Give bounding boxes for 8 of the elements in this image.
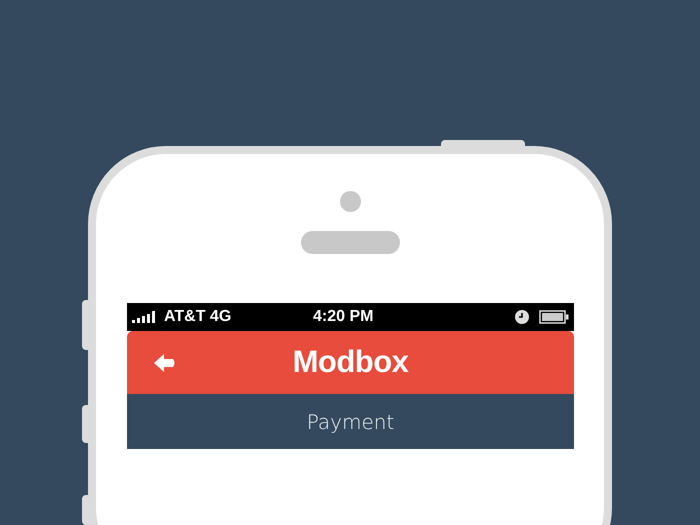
battery-icon	[539, 310, 569, 324]
status-time: 4:20 PM	[313, 307, 374, 327]
page-title: Payment	[306, 408, 394, 436]
carrier-label: AT&T 4G	[164, 307, 232, 327]
app-title: Modbox	[292, 343, 408, 382]
signal-icon	[132, 311, 158, 323]
back-arrow-icon[interactable]	[154, 354, 176, 372]
clock-icon	[515, 310, 529, 324]
